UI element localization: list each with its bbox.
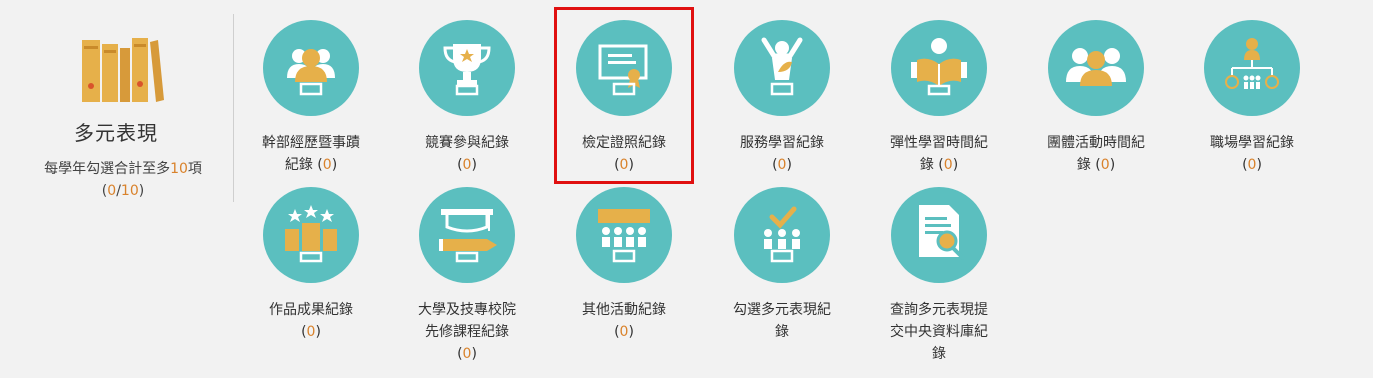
group-icon	[1048, 20, 1144, 116]
item-advanced[interactable]: 大學及技專校院 先修課程紀錄 (0)	[392, 187, 542, 365]
trophy-icon	[419, 20, 515, 116]
item-label: 作品成果紀錄 (0)	[269, 302, 353, 340]
check-audience-icon	[734, 187, 830, 283]
item-label: 勾選多元表現紀 錄	[733, 302, 831, 340]
item-certificate[interactable]: 檢定證照紀錄 (0)	[549, 20, 699, 176]
item-flexible[interactable]: 彈性學習時間紀 錄 (0)	[864, 20, 1014, 176]
certificate-icon	[576, 20, 672, 116]
item-query[interactable]: 查詢多元表現提 交中央資料庫紀 錄	[864, 187, 1014, 365]
item-competition[interactable]: 競賽參與紀錄 (0)	[392, 20, 542, 176]
books-icon	[82, 38, 164, 102]
stars-podium-icon	[263, 187, 359, 283]
summary-desc: 每學年勾選合計至多10項 (0/10)	[44, 161, 202, 199]
summary-max-2: 10	[120, 183, 139, 199]
cadre-person-icon	[263, 20, 359, 116]
reading-person-icon	[891, 20, 987, 116]
graduation-pencil-icon	[419, 187, 515, 283]
item-label: 其他活動紀錄 (0)	[582, 302, 666, 340]
summary-panel: 多元表現 每學年勾選合計至多10項 (0/10)	[0, 0, 232, 378]
item-label: 服務學習紀錄 (0)	[740, 135, 824, 173]
item-label: 檢定證照紀錄 (0)	[582, 135, 666, 173]
item-label: 競賽參與紀錄 (0)	[425, 135, 509, 173]
item-label: 大學及技專校院 先修課程紀錄 (0)	[418, 302, 516, 362]
item-group[interactable]: 團體活動時間紀 錄 (0)	[1021, 20, 1171, 176]
item-cadre[interactable]: 幹部經歷暨事蹟 紀錄 (0)	[236, 20, 386, 176]
service-person-icon	[734, 20, 830, 116]
summary-selected: 0	[107, 183, 117, 199]
item-service[interactable]: 服務學習紀錄 (0)	[707, 20, 857, 176]
item-label: 幹部經歷暨事蹟 紀錄 (0)	[262, 135, 360, 173]
summary-desc-suffix: 項	[187, 161, 202, 177]
summary-desc-prefix: 每學年勾選合計至多	[44, 161, 171, 177]
item-works[interactable]: 作品成果紀錄 (0)	[236, 187, 386, 343]
item-label: 團體活動時間紀 錄 (0)	[1047, 135, 1145, 173]
item-label: 查詢多元表現提 交中央資料庫紀 錄	[890, 302, 988, 362]
item-select[interactable]: 勾選多元表現紀 錄	[707, 187, 857, 343]
item-label: 彈性學習時間紀 錄 (0)	[890, 135, 988, 173]
audience-icon	[576, 187, 672, 283]
summary-title: 多元表現	[74, 121, 158, 145]
divider	[233, 14, 234, 202]
summary-max: 10	[170, 161, 188, 177]
item-other[interactable]: 其他活動紀錄 (0)	[549, 187, 699, 343]
item-workplace[interactable]: 職場學習紀錄 (0)	[1177, 20, 1327, 176]
org-chart-icon	[1204, 20, 1300, 116]
document-search-icon	[891, 187, 987, 283]
item-label: 職場學習紀錄 (0)	[1210, 135, 1294, 173]
